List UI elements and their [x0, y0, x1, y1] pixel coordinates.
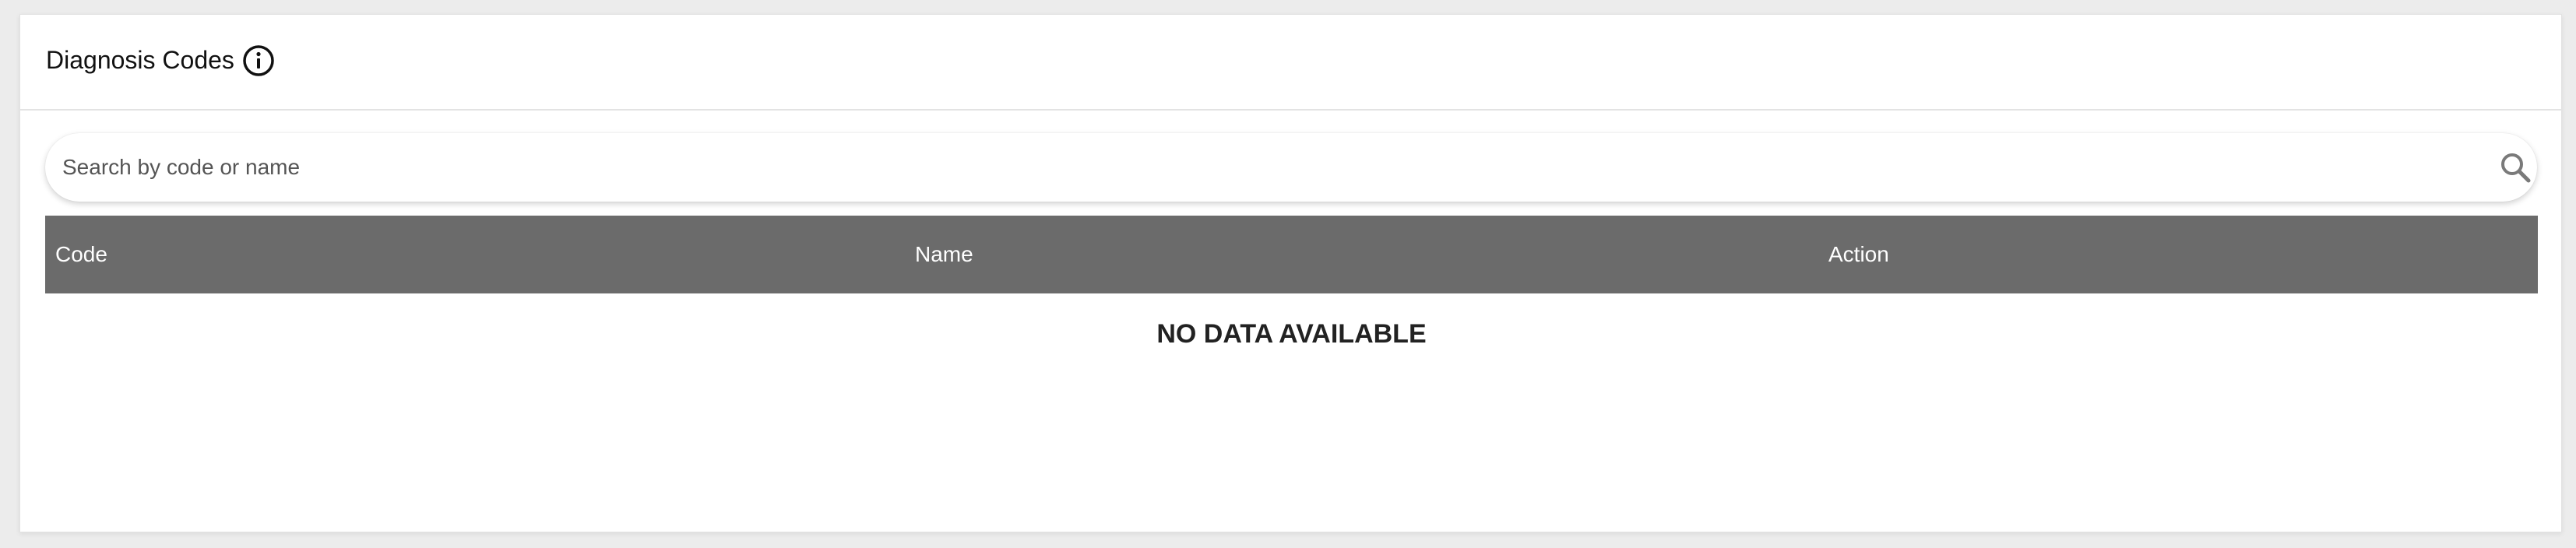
info-icon[interactable]: [240, 42, 277, 79]
diagnosis-codes-card: Diagnosis Codes Code Name Action NO DATA…: [19, 14, 2562, 532]
empty-state-message: NO DATA AVAILABLE: [1156, 319, 1427, 349]
search-input[interactable]: [62, 133, 2445, 202]
table-header: Code Name Action: [45, 216, 2538, 293]
card-header: Diagnosis Codes: [20, 15, 2561, 111]
column-header-code[interactable]: Code: [55, 216, 107, 293]
search-icon[interactable]: [2497, 149, 2536, 188]
column-header-action[interactable]: Action: [1828, 216, 1889, 293]
search-bar: [45, 133, 2537, 202]
column-header-name[interactable]: Name: [915, 216, 973, 293]
diagnosis-codes-table: Code Name Action NO DATA AVAILABLE: [45, 216, 2538, 522]
card-title: Diagnosis Codes: [46, 46, 234, 74]
